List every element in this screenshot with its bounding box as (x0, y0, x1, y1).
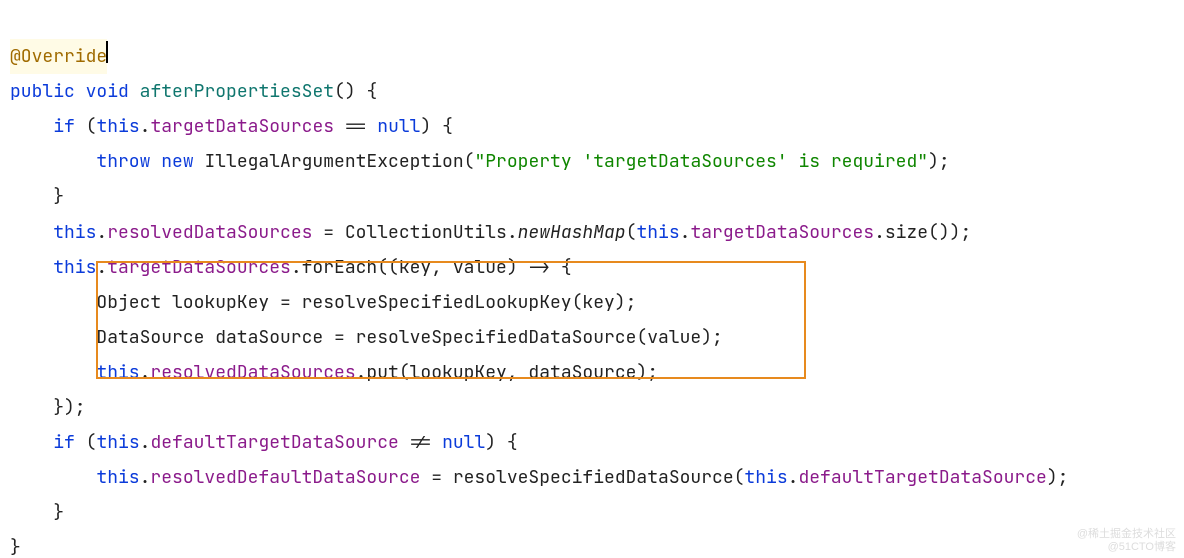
line-14: } (10, 501, 64, 524)
kw-if: if (53, 431, 75, 454)
text-cursor (106, 41, 108, 63)
kw-this: this (636, 221, 679, 244)
kw-null: null (377, 115, 420, 138)
brace: } (53, 185, 64, 208)
kw-this: this (744, 466, 787, 489)
line-12: if (this.defaultTargetDataSource != null… (10, 431, 518, 454)
kw-this: this (96, 466, 139, 489)
kw-public: public (10, 80, 75, 103)
paren: ( (86, 115, 97, 138)
op: != (399, 431, 442, 454)
paren: ( (86, 431, 97, 454)
field-targetDataSources: targetDataSources (150, 115, 334, 138)
op: == (345, 115, 377, 138)
line-13: this.resolvedDefaultDataSource = resolve… (10, 466, 1068, 489)
watermark-line-2: @51CTO博客 (1077, 541, 1176, 554)
brace: } (10, 536, 21, 558)
brace: ) { (485, 431, 517, 454)
kw-this: this (96, 361, 139, 384)
line-10: this.resolvedDataSources.put(lookupKey, … (10, 361, 658, 384)
line-8: Object lookupKey = resolveSpecifiedLooku… (10, 291, 636, 314)
line-7: this.targetDataSources.forEach((key, val… (10, 256, 572, 279)
field-resolvedDataSources: resolvedDataSources (107, 221, 312, 244)
kw-this: this (53, 256, 96, 279)
line-6: this.resolvedDataSources = CollectionUti… (10, 221, 971, 244)
code-text: DataSource dataSource = resolveSpecified… (96, 326, 722, 349)
method-name: afterPropertiesSet (140, 80, 334, 103)
kw-this: this (53, 221, 96, 244)
watermark-line-1: @稀土掘金技术社区 (1077, 528, 1176, 541)
field-defaultTargetDataSource: defaultTargetDataSource (798, 466, 1046, 489)
text: = resolveSpecifiedDataSource( (420, 466, 744, 489)
kw-this: this (96, 431, 139, 454)
text: }); (53, 396, 85, 419)
field-defaultTargetDataSource: defaultTargetDataSource (150, 431, 398, 454)
kw-throw: throw (96, 150, 150, 173)
field-resolvedDefaultDataSource: resolvedDefaultDataSource (150, 466, 420, 489)
code-block: @Override public void afterPropertiesSet… (0, 0, 1184, 558)
paren: ( (626, 221, 637, 244)
line-9: DataSource dataSource = resolveSpecified… (10, 326, 723, 349)
text: = CollectionUtils. (312, 221, 517, 244)
exception-name: IllegalArgumentException (204, 150, 463, 173)
line-3: if (this.targetDataSources == null) { (10, 115, 453, 138)
line-2: public void afterPropertiesSet() { (10, 80, 377, 103)
kw-this: this (96, 115, 139, 138)
field-targetDataSources: targetDataSources (690, 221, 874, 244)
text: .forEach((key, value) -> { (291, 256, 572, 279)
static-method: newHashMap (518, 221, 626, 244)
kw-new: new (161, 150, 193, 173)
field-resolvedDataSources: resolvedDataSources (150, 361, 355, 384)
text: .size()); (874, 221, 971, 244)
field-targetDataSources: targetDataSources (107, 256, 291, 279)
code-text: Object lookupKey = resolveSpecifiedLooku… (96, 291, 636, 314)
watermark: @稀土掘金技术社区 @51CTO博客 (1077, 528, 1176, 554)
line-annotation: @Override (10, 39, 107, 74)
text: .put(lookupKey, dataSource); (356, 361, 658, 384)
kw-if: if (53, 115, 75, 138)
kw-null: null (442, 431, 485, 454)
string-literal: "Property 'targetDataSources' is require… (474, 150, 928, 173)
kw-void: void (86, 80, 129, 103)
line-11: }); (10, 396, 86, 419)
brace: ) { (420, 115, 452, 138)
annotation-text: @Override (10, 45, 107, 68)
line-5: } (10, 185, 64, 208)
line-15: } (10, 536, 21, 558)
end: ); (1047, 466, 1069, 489)
line-4: throw new IllegalArgumentException("Prop… (10, 150, 950, 173)
brace: } (53, 501, 64, 524)
end: ); (928, 150, 950, 173)
